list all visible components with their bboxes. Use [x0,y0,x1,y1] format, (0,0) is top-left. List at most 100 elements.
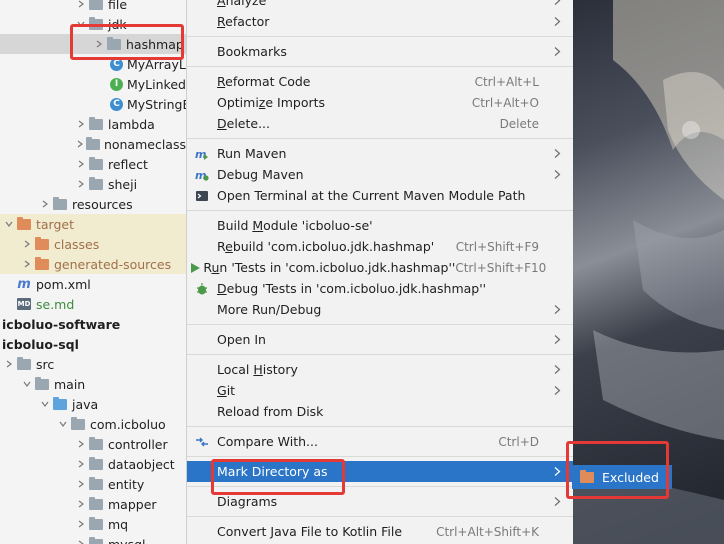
chevron-down-icon[interactable] [20,374,34,394]
menu-item-more-run-debug[interactable]: More Run/Debug [187,299,573,320]
project-tree: filejdkhashmapCMyArrayListIMyLinkedLiCMy… [0,0,186,544]
menu-item-convert-java-file-to-kotlin-file[interactable]: Convert Java File to Kotlin File Ctrl+Alt… [187,521,573,542]
menu-item-label: Local History [217,362,298,377]
menu-item-rebuild-com-icboluo-jdk-hashmap[interactable]: Rebuild 'com.icboluo.jdk.hashmap' Ctrl+Sh… [187,236,573,257]
folder-icon [52,194,68,214]
chevron-right-icon [549,335,565,344]
menu-item-label: Optimize Imports [217,95,326,110]
menu-item-delete[interactable]: Delete... Delete [187,113,573,134]
chevron-right-icon[interactable] [74,434,88,454]
chevron-right-icon[interactable] [74,0,88,14]
tree-item-mysql[interactable]: mysql [0,534,186,544]
chevron-right-icon[interactable] [74,474,88,494]
chevron-right-icon[interactable] [74,514,88,534]
menu-item-refactor[interactable]: Refactor [187,11,573,32]
chevron-right-icon[interactable] [2,354,16,374]
tree-item-se-md[interactable]: MD se.md [0,294,186,314]
tree-item-sheji[interactable]: sheji [0,174,186,194]
tree-item-label: se.md [36,296,75,312]
chevron-right-icon [549,17,565,26]
tree-item-mystringbu[interactable]: CMyStringBu [0,94,186,114]
menu-item-local-history[interactable]: Local History [187,359,573,380]
menu-item-label: Reformat Code [217,74,311,89]
chevron-down-icon[interactable] [2,214,16,234]
menu-icon-placeholder [187,521,217,542]
menu-item-run-maven[interactable]: m Run Maven [187,143,573,164]
folder-icon [70,414,86,434]
tree-item-reflect[interactable]: reflect [0,154,186,174]
tree-item-dataobject[interactable]: dataobject [0,454,186,474]
tree-item-generated-sources[interactable]: generated-sources [0,254,186,274]
menu-item-debug-maven[interactable]: m Debug Maven [187,164,573,185]
tree-item-label: reflect [108,156,148,172]
menu-item-label: Debug Maven [217,167,304,182]
menu-item-git[interactable]: Git [187,380,573,401]
tree-item-entity[interactable]: entity [0,474,186,494]
menu-icon-placeholder [187,329,217,350]
terminal-icon [187,185,217,206]
tree-item-java[interactable]: java [0,394,186,414]
tree-item-label: main [54,376,86,392]
menu-item-bookmarks[interactable]: Bookmarks [187,41,573,62]
menu-item-label: Bookmarks [217,44,287,59]
chevron-right-icon[interactable] [20,254,34,274]
chevron-right-icon[interactable] [74,154,88,174]
tree-item-controller[interactable]: controller [0,434,186,454]
folder-icon [88,514,104,534]
tree-item-label: controller [108,436,168,452]
tree-item-label: classes [54,236,100,252]
menu-item-reformat-code[interactable]: Reformat Code Ctrl+Alt+L [187,71,573,92]
chevron-right-icon[interactable] [74,494,88,514]
chevron-right-icon[interactable] [74,134,86,154]
tree-item-lambda[interactable]: lambda [0,114,186,134]
chevron-right-icon[interactable] [74,454,88,474]
menu-separator [187,324,573,325]
menu-item-open-terminal-at-the-current-maven-module-path[interactable]: Open Terminal at the Current Maven Modul… [187,185,573,206]
menu-item-compare-with[interactable]: Compare With... Ctrl+D [187,431,573,452]
tree-item-icboluo-software[interactable]: icboluo-software [0,314,186,334]
chevron-right-icon[interactable] [74,114,88,134]
menu-item-run-tests-in-com-icboluo-jdk-hashmap[interactable]: Run 'Tests in 'com.icboluo.jdk.hashmap''… [187,257,573,278]
menu-item-build-module-icboluo-se[interactable]: Build Module 'icboluo-se' [187,215,573,236]
chevron-right-icon[interactable] [74,534,88,544]
tree-item-file[interactable]: file [0,0,186,14]
tree-item-resources[interactable]: resources [0,194,186,214]
menu-separator [187,210,573,211]
tree-item-mq[interactable]: mq [0,514,186,534]
menu-item-optimize-imports[interactable]: Optimize Imports Ctrl+Alt+O [187,92,573,113]
menu-item-label: Diagrams [217,494,278,509]
tree-item-icboluo-sql[interactable]: icboluo-sql [0,334,186,354]
menu-separator [187,36,573,37]
menu-item-shortcut: Ctrl+Shift+F9 [455,239,539,254]
tree-item-mapper[interactable]: mapper [0,494,186,514]
chevron-down-icon[interactable] [38,394,52,414]
excluded-folder-icon [34,234,50,254]
folder-icon [16,354,32,374]
tree-item-target[interactable]: target [0,214,186,234]
tree-item-classes[interactable]: classes [0,234,186,254]
tree-item-com-icboluo[interactable]: com.icboluo [0,414,186,434]
markdown-file-icon: MD [16,298,32,310]
menu-item-open-in[interactable]: Open In [187,329,573,350]
menu-item-shortcut: Ctrl+Shift+F10 [455,260,547,275]
menu-item-analyze[interactable]: Analyze [187,0,573,11]
tree-item-label: pom.xml [36,276,91,292]
menu-icon-placeholder [187,92,217,113]
chevron-right-icon[interactable] [20,234,34,254]
tree-item-src[interactable]: src [0,354,186,374]
java-interface-icon: I [110,74,123,94]
tree-item-label: generated-sources [54,256,172,272]
tree-item-nonameclass[interactable]: nonameclass [0,134,186,154]
chevron-down-icon[interactable] [56,414,70,434]
chevron-right-icon [549,467,565,476]
tree-item-mylinkedli[interactable]: IMyLinkedLi [0,74,186,94]
chevron-right-icon[interactable] [74,174,88,194]
menu-item-shortcut: Ctrl+Alt+Shift+K [436,524,539,539]
compare-icon [187,431,217,452]
tree-item-main[interactable]: main [0,374,186,394]
menu-item-reload-from-disk[interactable]: Reload from Disk [187,401,573,422]
tree-item-pom-xml[interactable]: m pom.xml [0,274,186,294]
menu-item-debug-tests-in-com-icboluo-jdk-hashmap[interactable]: Debug 'Tests in 'com.icboluo.jdk.hashmap… [187,278,573,299]
menu-item-label: Run 'Tests in 'com.icboluo.jdk.hashmap'' [203,260,456,275]
chevron-right-icon[interactable] [38,194,52,214]
